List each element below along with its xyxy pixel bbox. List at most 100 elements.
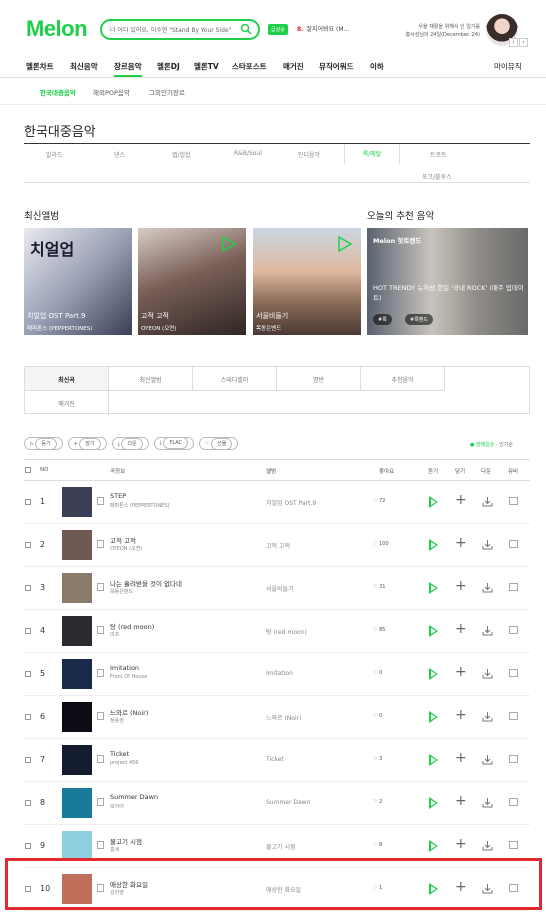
row-checkbox[interactable] bbox=[25, 714, 31, 720]
nav-genre[interactable]: 장르음악 bbox=[114, 61, 142, 77]
download-icon[interactable] bbox=[482, 711, 493, 722]
table-row[interactable]: 4탕 (red moon) 미조 탕 (red moon) ♡ 85 + bbox=[24, 610, 530, 653]
row-checkbox[interactable] bbox=[25, 499, 31, 505]
play-icon[interactable] bbox=[429, 668, 438, 680]
add-icon[interactable]: + bbox=[455, 493, 467, 507]
genre-rnb[interactable]: R&B/Soul bbox=[234, 150, 262, 157]
song-artist[interactable]: 보이어 bbox=[110, 803, 124, 810]
mv-icon[interactable] bbox=[509, 540, 518, 548]
live-rank[interactable]: 8. 잘지어봐요 (M... bbox=[297, 24, 349, 33]
album-thumbnail[interactable] bbox=[62, 573, 92, 603]
play-icon[interactable] bbox=[429, 539, 438, 551]
add-icon[interactable]: + bbox=[455, 708, 467, 722]
download-icon[interactable] bbox=[482, 840, 493, 851]
row-checkbox[interactable] bbox=[25, 628, 31, 634]
subnav-korean[interactable]: 한국대중음악 bbox=[40, 87, 76, 97]
song-album[interactable]: 서울비들기 bbox=[266, 584, 294, 593]
table-row[interactable]: 2 고적 고적 OYEON (오연) 고적 고적 ♡ 100 + bbox=[24, 524, 530, 567]
genre-indie[interactable]: 인디음악 bbox=[298, 150, 320, 159]
download-icon[interactable] bbox=[482, 582, 493, 593]
row-checkbox[interactable] bbox=[25, 585, 31, 591]
album-thumbnail[interactable] bbox=[62, 616, 92, 646]
like-button[interactable]: ♡ 85 bbox=[373, 627, 385, 633]
info-icon[interactable] bbox=[97, 497, 104, 505]
like-button[interactable]: ♡ 100 bbox=[373, 541, 389, 547]
search-icon[interactable] bbox=[240, 23, 252, 35]
table-row[interactable]: 5 Imitation Front Of House Imitation ♡ 0 + bbox=[24, 653, 530, 696]
play-icon[interactable] bbox=[429, 797, 438, 809]
recommend-card[interactable]: Melon 핫트렌드 HOT TRENDY 뉴처선 한일 '국내 ROCK' (… bbox=[367, 228, 528, 335]
song-title[interactable]: 물고기 시점 bbox=[110, 836, 142, 846]
download-icon[interactable] bbox=[482, 539, 493, 550]
download-button[interactable]: ⤓ 다운 bbox=[111, 437, 149, 450]
mv-icon[interactable] bbox=[509, 755, 518, 763]
song-album[interactable]: Imitation bbox=[266, 670, 293, 677]
add-icon[interactable]: + bbox=[455, 579, 467, 593]
album-card[interactable]: 고적 고적 OYEON (오연) bbox=[138, 228, 246, 335]
album-thumbnail[interactable] bbox=[62, 702, 92, 732]
mv-icon[interactable] bbox=[509, 712, 518, 720]
mv-icon[interactable] bbox=[509, 626, 518, 634]
table-row[interactable]: 3 나는 흘려받을 것이 없다네 목동은밴드 서울비들기 ♡ 31 + bbox=[24, 567, 530, 610]
song-album[interactable]: 치얼업 OST Part.9 bbox=[266, 498, 316, 507]
song-title[interactable]: STEP bbox=[110, 492, 126, 500]
info-icon[interactable] bbox=[97, 540, 104, 548]
like-button[interactable]: ♡ 0 bbox=[373, 713, 382, 719]
play-icon[interactable] bbox=[429, 754, 438, 766]
nav-chart[interactable]: 멜론차트 bbox=[26, 61, 54, 72]
like-button[interactable]: ♡ 2 bbox=[373, 799, 382, 805]
nav-mymusic[interactable]: 마이뮤직 bbox=[494, 61, 522, 72]
mv-icon[interactable] bbox=[509, 669, 518, 677]
add-icon[interactable]: + bbox=[455, 536, 467, 550]
album-artist[interactable]: 목동은밴드 bbox=[256, 324, 281, 332]
album-title[interactable]: 치얼업 OST Part.9 bbox=[27, 311, 86, 321]
song-artist[interactable]: 미조 bbox=[110, 631, 119, 638]
song-album[interactable]: Summer Dawn bbox=[266, 799, 310, 806]
row-checkbox[interactable] bbox=[25, 843, 31, 849]
tab-magazine[interactable]: 매거진 bbox=[25, 391, 109, 415]
song-artist[interactable]: OYEON (오연) bbox=[110, 545, 142, 552]
download-icon[interactable] bbox=[482, 496, 493, 507]
mv-icon[interactable] bbox=[509, 798, 518, 806]
song-artist[interactable]: 목동은밴드 bbox=[110, 588, 133, 595]
info-icon[interactable] bbox=[97, 755, 104, 763]
download-icon[interactable] bbox=[482, 754, 493, 765]
play-icon[interactable] bbox=[429, 625, 438, 637]
song-artist[interactable]: 정용권 bbox=[110, 717, 124, 724]
info-icon[interactable] bbox=[97, 669, 104, 677]
album-artist[interactable]: OYEON (오연) bbox=[141, 324, 176, 332]
nav-starpost[interactable]: 스타포스트 bbox=[232, 61, 267, 72]
nav-more[interactable]: 이하 bbox=[370, 61, 384, 72]
song-album[interactable]: 고적 고적 bbox=[266, 541, 290, 550]
nav-dj[interactable]: 멜론DJ bbox=[157, 61, 180, 72]
play-icon[interactable] bbox=[429, 496, 438, 508]
subnav-pop[interactable]: 해외POP음악 bbox=[93, 87, 130, 97]
recommend-desc[interactable]: HOT TRENDY 뉴처선 한일 '국내 ROCK' (매주 업데이트) bbox=[373, 283, 528, 303]
add-button[interactable]: + 담기 bbox=[67, 437, 107, 450]
add-icon[interactable]: + bbox=[455, 794, 467, 808]
add-icon[interactable]: + bbox=[455, 837, 467, 851]
song-title[interactable]: 탕 (red moon) bbox=[110, 621, 154, 631]
album-card[interactable]: 서울비들기 목동은밴드 bbox=[253, 228, 361, 335]
genre-dance[interactable]: 댄스 bbox=[114, 150, 125, 159]
table-row[interactable]: 6 느와르 (Noir) 정용권 느와르 (Noir) ♡ 0 + bbox=[24, 696, 530, 739]
album-thumbnail[interactable] bbox=[62, 487, 92, 517]
like-button[interactable]: ♡ 31 bbox=[373, 584, 385, 590]
song-album[interactable]: Ticket bbox=[266, 756, 284, 763]
album-title[interactable]: 서울비들기 bbox=[256, 311, 288, 321]
row-checkbox[interactable] bbox=[25, 800, 31, 806]
sort-popular[interactable]: 인기순 bbox=[499, 442, 513, 448]
add-icon[interactable]: + bbox=[455, 665, 467, 679]
song-album[interactable]: 탕 (red moon) bbox=[266, 627, 307, 636]
mv-icon[interactable] bbox=[509, 841, 518, 849]
search-input[interactable]: 너 어디 있어요, 이수현 "Stand By Your Side" bbox=[100, 19, 260, 40]
song-title[interactable]: 나는 흘려받을 것이 없다네 bbox=[110, 578, 182, 588]
song-artist[interactable]: project 456 bbox=[110, 760, 139, 766]
tab-classic[interactable]: 명반 bbox=[277, 367, 361, 391]
table-row[interactable]: 1 STEP 페퍼톤스 (PEPPERTONES) 치얼업 OST Part.9 ♡ 7… bbox=[24, 481, 530, 524]
mv-icon[interactable] bbox=[509, 497, 518, 505]
info-icon[interactable] bbox=[97, 583, 104, 591]
album-thumbnail[interactable] bbox=[62, 530, 92, 560]
recommend-tag[interactable]: #록밴드 bbox=[405, 314, 433, 325]
genre-rock[interactable]: 록/메탈 bbox=[344, 144, 400, 164]
